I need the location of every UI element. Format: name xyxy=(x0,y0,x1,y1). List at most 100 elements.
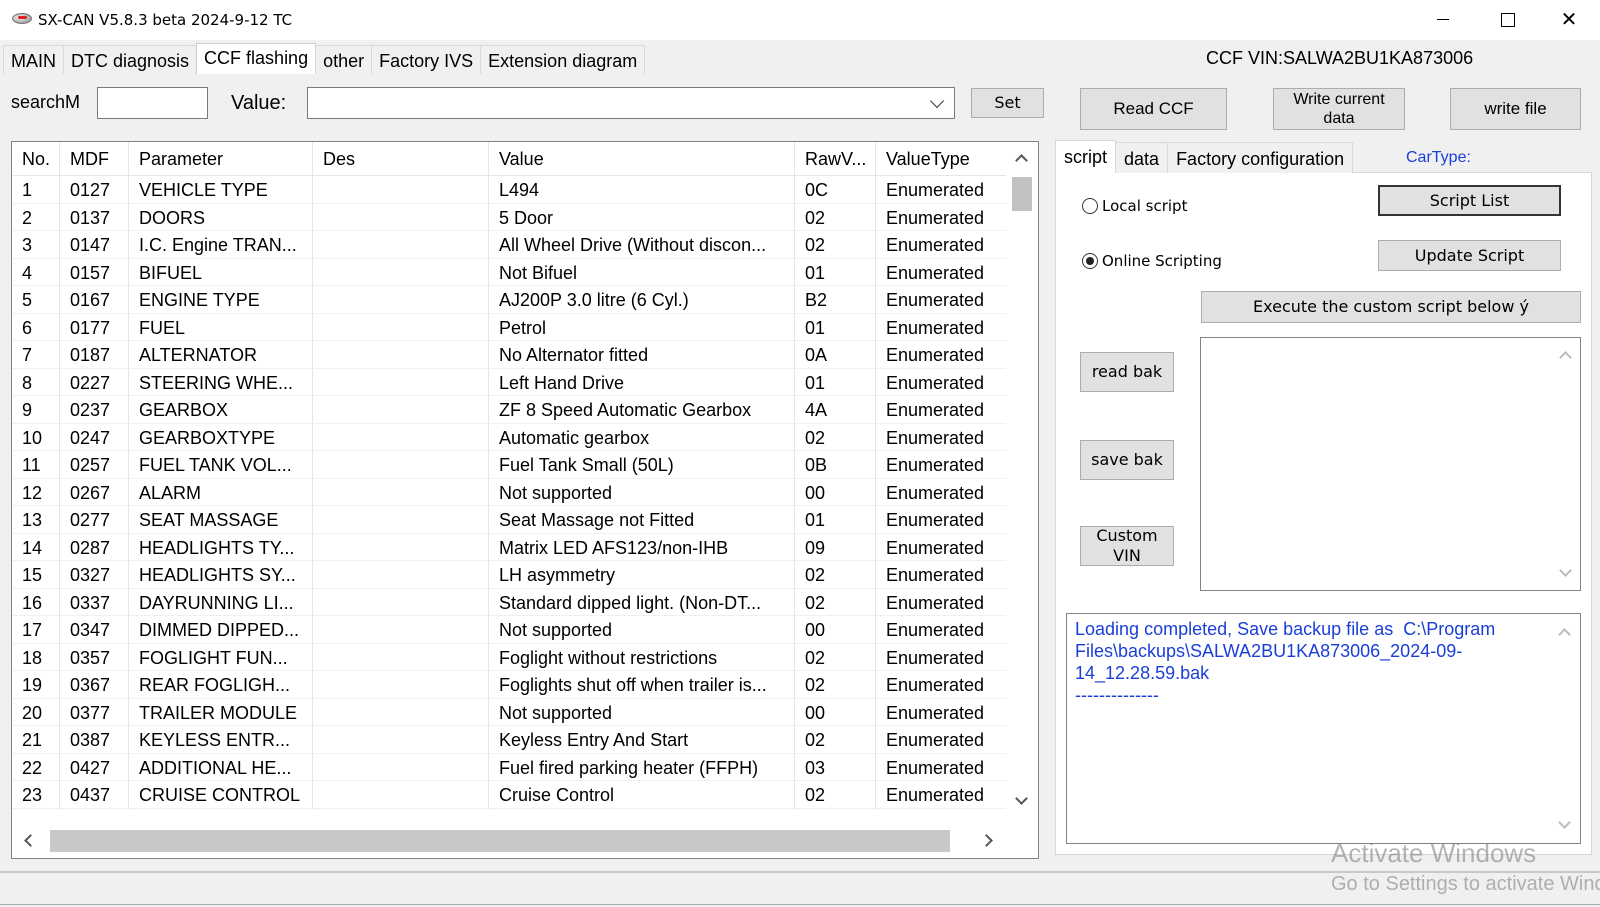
row-parameter: GEARBOXTYPE xyxy=(129,423,313,451)
tab-script[interactable]: script xyxy=(1055,140,1117,173)
row-no: 4 xyxy=(12,258,60,286)
tab-ccf-flashing[interactable]: CCF flashing xyxy=(196,43,317,74)
scroll-thumb[interactable] xyxy=(1012,177,1032,211)
set-button[interactable]: Set xyxy=(971,88,1044,118)
script-scroll-up-icon[interactable] xyxy=(1559,351,1572,364)
col-header-value[interactable]: Value xyxy=(489,142,795,176)
row-parameter: CRUISE CONTROL xyxy=(129,781,313,808)
row-mdf: 0357 xyxy=(60,643,129,671)
save-bak-button[interactable]: save bak xyxy=(1080,440,1174,480)
table-row[interactable]: 12 0267 ALARM Not supported 00 Enumerated xyxy=(12,478,1006,506)
scroll-up-icon[interactable] xyxy=(1015,154,1028,167)
tab-dtc-diagnosis[interactable]: DTC diagnosis xyxy=(63,45,198,74)
table-row[interactable]: 240447RAINSENSOR Not supported00Enumerate… xyxy=(12,808,1006,810)
tab-extension-diagram[interactable]: Extension diagram xyxy=(480,45,646,74)
row-mdf: 0287 xyxy=(60,533,129,561)
script-scroll-down-icon[interactable] xyxy=(1559,564,1572,577)
row-parameter: FOGLIGHT FUN... xyxy=(129,643,313,671)
tab-factory-configuration[interactable]: Factory configuration xyxy=(1167,142,1354,173)
col-header-des[interactable]: Des xyxy=(313,142,489,176)
scroll-left-icon[interactable] xyxy=(24,834,37,847)
row-mdf: 0247 xyxy=(60,423,129,451)
col-header-mdf[interactable]: MDF xyxy=(60,142,129,176)
table-row[interactable]: 16 0337 DAYRUNNING LI... Standard dipped li… xyxy=(12,588,1006,616)
row-no: 10 xyxy=(12,423,60,451)
row-mdf: 0237 xyxy=(60,396,129,423)
col-header-valuetype[interactable]: ValueType xyxy=(876,142,1006,176)
tab-other[interactable]: other xyxy=(315,45,373,74)
script-scrollbar[interactable] xyxy=(1549,337,1581,591)
col-header-no[interactable]: No. xyxy=(12,142,60,176)
write-current-data-button[interactable]: Write current data xyxy=(1273,88,1405,130)
table-row[interactable]: 23 0437 CRUISE CONTROL Cruise Control 02 Enum… xyxy=(12,781,1006,809)
table-row[interactable]: 2 0137 DOORS 5 Door 02 Enumerated xyxy=(12,203,1006,231)
table-row[interactable]: 21 0387 KEYLESS ENTR... Keyless Entry And S… xyxy=(12,726,1006,754)
log-output-area[interactable]: Loading completed, Save backup file as C… xyxy=(1066,613,1581,844)
table-row[interactable]: 22 0427 ADDITIONAL HE... Fuel fired parking… xyxy=(12,753,1006,781)
value-select[interactable] xyxy=(307,87,955,119)
row-no: 17 xyxy=(12,616,60,643)
hscroll-thumb[interactable] xyxy=(50,830,950,852)
row-parameter: FUEL xyxy=(129,313,313,341)
col-header-parameter[interactable]: Parameter xyxy=(129,142,313,176)
row-value: LH asymmetry xyxy=(489,561,795,588)
update-script-button[interactable]: Update Script xyxy=(1378,240,1561,271)
online-scripting-radio[interactable]: Online Scripting xyxy=(1082,252,1222,270)
table-row[interactable]: 1 0127 VEHICLE TYPE L494 0C Enumerated xyxy=(12,176,1006,204)
table-row[interactable]: 9 0237 GEARBOX ZF 8 Speed Automatic Gearbox… xyxy=(12,396,1006,424)
search-input[interactable] xyxy=(97,87,208,119)
row-rawvalue: 03 xyxy=(795,753,876,781)
table-row[interactable]: 5 0167 ENGINE TYPE AJ200P 3.0 litre (6 Cyl.… xyxy=(12,286,1006,314)
tab-main[interactable]: MAIN xyxy=(3,45,64,74)
execute-custom-script-button[interactable]: Execute the custom script below ý xyxy=(1201,291,1581,323)
row-mdf: 0337 xyxy=(60,588,129,616)
row-rawvalue: 0A xyxy=(795,341,876,368)
row-valuetype: Enumerated xyxy=(886,785,985,805)
script-list-button[interactable]: Script List xyxy=(1378,185,1561,216)
activate-windows-hint: Go to Settings to activate Windows. xyxy=(1331,873,1600,895)
log-scroll-down-icon[interactable] xyxy=(1558,816,1571,829)
row-no: 14 xyxy=(12,533,60,561)
table-row[interactable]: 4 0157 BIFUEL Not Bifuel 01 Enumerated xyxy=(12,258,1006,286)
local-script-radio[interactable]: Local script xyxy=(1082,197,1187,215)
table-row[interactable]: 8 0227 STEERING WHE... Left Hand Drive 01 Enu… xyxy=(12,368,1006,396)
table-row[interactable]: 13 0277 SEAT MASSAGE Seat Massage not Fitte… xyxy=(12,506,1006,534)
log-scroll-up-icon[interactable] xyxy=(1558,628,1571,641)
row-rawvalue: 02 xyxy=(795,643,876,671)
minimize-button[interactable] xyxy=(1420,8,1466,32)
read-ccf-button[interactable]: Read CCF xyxy=(1080,88,1227,130)
row-value: 5 Door xyxy=(489,203,795,231)
read-bak-button[interactable]: read bak xyxy=(1080,352,1174,392)
table-row[interactable]: 6 0177 FUEL Petrol 01 Enumerated xyxy=(12,313,1006,341)
table-row[interactable]: 11 0257 FUEL TANK VOL... Fuel Tank Small (5… xyxy=(12,451,1006,479)
row-des xyxy=(313,423,489,451)
custom-vin-button[interactable]: Custom VIN xyxy=(1080,526,1174,566)
scroll-right-icon[interactable] xyxy=(980,834,993,847)
row-valuetype: Enumerated xyxy=(886,262,985,283)
maximize-button[interactable] xyxy=(1484,8,1530,32)
table-row[interactable]: 15 0327 HEADLIGHTS SY... LH asymmetry 02 Enum… xyxy=(12,561,1006,589)
write-file-button[interactable]: write file xyxy=(1450,88,1581,130)
tab-factory-ivs[interactable]: Factory IVS xyxy=(371,45,482,74)
row-no: 15 xyxy=(12,561,60,588)
table-row[interactable]: 19 0367 REAR FOGLIGH... Foglights shut off … xyxy=(12,671,1006,699)
row-valuetype: Enumerated xyxy=(886,400,985,420)
table-row[interactable]: 18 0357 FOGLIGHT FUN... Foglight without re… xyxy=(12,643,1006,671)
row-parameter: ALTERNATOR xyxy=(129,341,313,368)
table-row[interactable]: 14 0287 HEADLIGHTS TY... Matrix LED AFS123/… xyxy=(12,533,1006,561)
col-header-rawvalue[interactable]: RawV... xyxy=(795,142,876,176)
table-row[interactable]: 17 0347 DIMMED DIPPED... Not supported 00 Enu… xyxy=(12,616,1006,644)
scroll-down-icon[interactable] xyxy=(1015,792,1028,805)
row-no: 1 xyxy=(12,176,60,203)
table-row[interactable]: 10 0247 GEARBOXTYPE Automatic gearbox 02 Enum… xyxy=(12,423,1006,451)
close-button[interactable]: ✕ xyxy=(1546,8,1592,32)
tab-data[interactable]: data xyxy=(1115,142,1169,173)
row-parameter: ADDITIONAL HE... xyxy=(129,753,313,781)
table-row[interactable]: 20 0377 TRAILER MODULE Not supported 00 Enume… xyxy=(12,698,1006,726)
row-value: Foglight without restrictions xyxy=(489,643,795,671)
table-row[interactable]: 7 0187 ALTERNATOR No Alternator fitted 0A Enu… xyxy=(12,341,1006,369)
log-scrollbar[interactable] xyxy=(1548,614,1580,843)
table-horizontal-scrollbar[interactable] xyxy=(12,824,1006,858)
table-vertical-scrollbar[interactable] xyxy=(1006,142,1038,824)
table-row[interactable]: 3 0147 I.C. Engine TRAN... All Wheel Drive … xyxy=(12,231,1006,259)
